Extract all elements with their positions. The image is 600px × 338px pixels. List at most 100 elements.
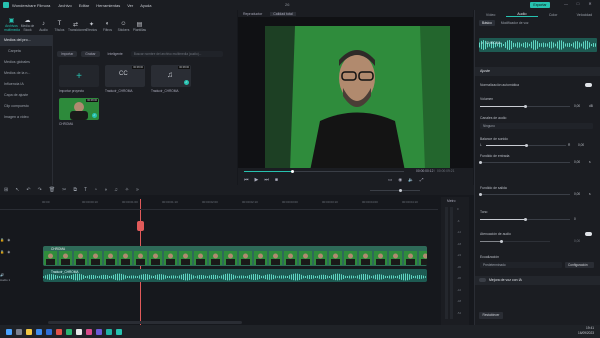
- delete-icon[interactable]: 🗑: [49, 187, 55, 193]
- subtitle-media-tile[interactable]: CC 00:08:00: [105, 65, 145, 87]
- play-icon[interactable]: ▶: [255, 177, 259, 183]
- fade-out-slider[interactable]: [480, 194, 570, 195]
- pointer-icon[interactable]: ↖: [15, 187, 19, 193]
- channels-dropdown[interactable]: Ninguno: [480, 123, 593, 129]
- app-icon[interactable]: [86, 328, 92, 335]
- volume-value[interactable]: 0,00: [574, 104, 580, 108]
- properties-tab[interactable]: Vídeo: [475, 13, 506, 17]
- audio-detach-icon[interactable]: ♫: [114, 187, 118, 193]
- crop-icon[interactable]: ⧉: [73, 187, 77, 193]
- tool-tab[interactable]: ☁ Media de Stock: [20, 17, 35, 32]
- sidebar-item[interactable]: Medios globales: [0, 57, 52, 68]
- playhead-knob[interactable]: [290, 170, 294, 173]
- audio-clip[interactable]: Traducir_CHROMA: [43, 269, 427, 282]
- tool-tab[interactable]: ✦ Efectos: [84, 21, 99, 32]
- equalizer-dropdown[interactable]: Predeterminado: [480, 262, 562, 268]
- minimize-icon[interactable]: —: [560, 1, 572, 6]
- quality-dropdown[interactable]: Calidad total: [270, 11, 296, 16]
- ducking-toggle[interactable]: [585, 232, 592, 236]
- ducking-value[interactable]: 0,00: [574, 239, 580, 243]
- video-clip[interactable]: CHROMA: [43, 246, 427, 266]
- menu-item[interactable]: Archivo: [58, 3, 71, 8]
- playhead-handle[interactable]: [137, 221, 144, 231]
- taskbar-clock[interactable]: 19:41 16/09/2023: [578, 326, 594, 336]
- track-visibility-icon[interactable]: ◉: [7, 238, 10, 242]
- properties-tab[interactable]: Velocidad: [569, 13, 600, 17]
- track-visibility-icon[interactable]: ◉: [7, 250, 10, 254]
- audio-subtab[interactable]: Modificador de voz: [501, 21, 529, 25]
- tool-tab[interactable]: ▣ Archivos multimedia: [4, 17, 20, 32]
- sidebar-item[interactable]: Clip compuesto: [0, 101, 52, 112]
- search-input[interactable]: Buscar nombre del archivo multimedia (au…: [130, 50, 223, 57]
- timeline-ruler[interactable]: 00:00 00:00:00:10 00:00:01:00 00:00:01:10 00…: [42, 200, 438, 206]
- tool-tab[interactable]: ◐ Filtros: [100, 21, 115, 32]
- track-lock-icon[interactable]: 🔒: [0, 250, 4, 254]
- color-icon[interactable]: ◑: [104, 187, 107, 193]
- tool-tab[interactable]: ⇄ Transiciones: [68, 21, 87, 32]
- app-icon[interactable]: [56, 328, 62, 335]
- auto-normalize-toggle[interactable]: [585, 83, 592, 87]
- stop-icon[interactable]: ■: [275, 177, 278, 183]
- volume-knob[interactable]: [523, 105, 527, 108]
- playback-progress-track[interactable]: [244, 170, 404, 173]
- fullscreen-icon[interactable]: ⤢: [420, 177, 424, 183]
- tool-tab[interactable]: ♪ Audio: [36, 21, 51, 32]
- app-icon[interactable]: [96, 328, 102, 335]
- search-icon[interactable]: [16, 328, 22, 335]
- track-header-video-2[interactable]: 🔒 ◉: [0, 238, 42, 242]
- undo-icon[interactable]: ↶: [26, 187, 30, 193]
- audio-subtab[interactable]: Básico: [479, 20, 495, 26]
- start-icon[interactable]: [6, 328, 12, 335]
- volume-icon[interactable]: 🔈: [408, 177, 414, 183]
- browser-icon[interactable]: [36, 328, 42, 335]
- pitch-knob[interactable]: [523, 218, 527, 221]
- redo-icon[interactable]: ↷: [38, 187, 42, 193]
- tool-tab[interactable]: ☺ Stickers: [116, 21, 131, 32]
- pitch-value[interactable]: 0: [574, 217, 576, 221]
- menu-item[interactable]: Ver: [127, 3, 133, 8]
- filmora-taskbar-icon[interactable]: [116, 328, 122, 335]
- voice-ai-row[interactable]: Mejora de voz con IA: [475, 276, 600, 285]
- properties-tab[interactable]: Color: [538, 13, 569, 17]
- snapshot-icon[interactable]: ◉: [398, 177, 402, 183]
- app-icon[interactable]: [106, 328, 112, 335]
- reset-button[interactable]: Restablecer: [479, 312, 503, 319]
- next-frame-icon[interactable]: ⏭: [264, 177, 269, 183]
- equalizer-config-button[interactable]: Configuración: [565, 262, 594, 268]
- app-icon[interactable]: [66, 328, 72, 335]
- timeline-zoom-slider[interactable]: [370, 189, 420, 192]
- sidebar-item[interactable]: Medios del pro...: [0, 35, 52, 46]
- text-icon[interactable]: T: [84, 187, 87, 193]
- more-tools-icon[interactable]: »: [136, 187, 139, 193]
- balance-knob[interactable]: [524, 144, 528, 147]
- sort-dropdown[interactable]: Inteligente: [104, 51, 127, 57]
- sidebar-item[interactable]: Influencia IA: [0, 79, 52, 90]
- speed-icon[interactable]: ◔: [94, 187, 97, 193]
- ai-icon[interactable]: ✧: [125, 187, 129, 193]
- properties-tab[interactable]: Audio: [506, 12, 538, 17]
- record-button[interactable]: Grabar: [81, 50, 100, 57]
- menu-item[interactable]: Editar: [79, 3, 89, 8]
- sidebar-item[interactable]: Capa de ajuste: [0, 90, 52, 101]
- track-header-audio-1[interactable]: 🔊 Audio 1: [0, 273, 42, 282]
- adjust-section-header[interactable]: Ajuste: [475, 67, 600, 76]
- app-icon[interactable]: [76, 328, 82, 335]
- display-icon[interactable]: ▭: [388, 177, 392, 183]
- fade-in-value[interactable]: 0,00: [574, 160, 580, 164]
- folder-icon[interactable]: [26, 328, 32, 335]
- video-media-tile[interactable]: 00:08:00 ✓: [59, 98, 99, 120]
- audio-media-tile[interactable]: ♫ 00:08:00 ✓: [151, 65, 191, 87]
- player-tab[interactable]: Reproductor: [243, 12, 262, 16]
- grid-icon[interactable]: ⊞: [4, 187, 8, 193]
- ducking-slider[interactable]: [480, 241, 550, 242]
- import-button[interactable]: Importar: [57, 50, 78, 57]
- import-project-tile[interactable]: +: [59, 65, 99, 87]
- fade-out-value[interactable]: 0,00: [574, 192, 580, 196]
- prev-frame-icon[interactable]: ⏮: [244, 177, 249, 183]
- track-mute-icon[interactable]: 🔊: [0, 273, 4, 277]
- fade-in-knob[interactable]: [478, 161, 482, 164]
- track-header-video-1[interactable]: 🔒 ◉: [0, 250, 42, 254]
- tool-tab[interactable]: T Títulos: [52, 21, 67, 32]
- sidebar-item[interactable]: Imagen a video: [0, 112, 52, 123]
- menu-item[interactable]: Herramientas: [96, 3, 120, 8]
